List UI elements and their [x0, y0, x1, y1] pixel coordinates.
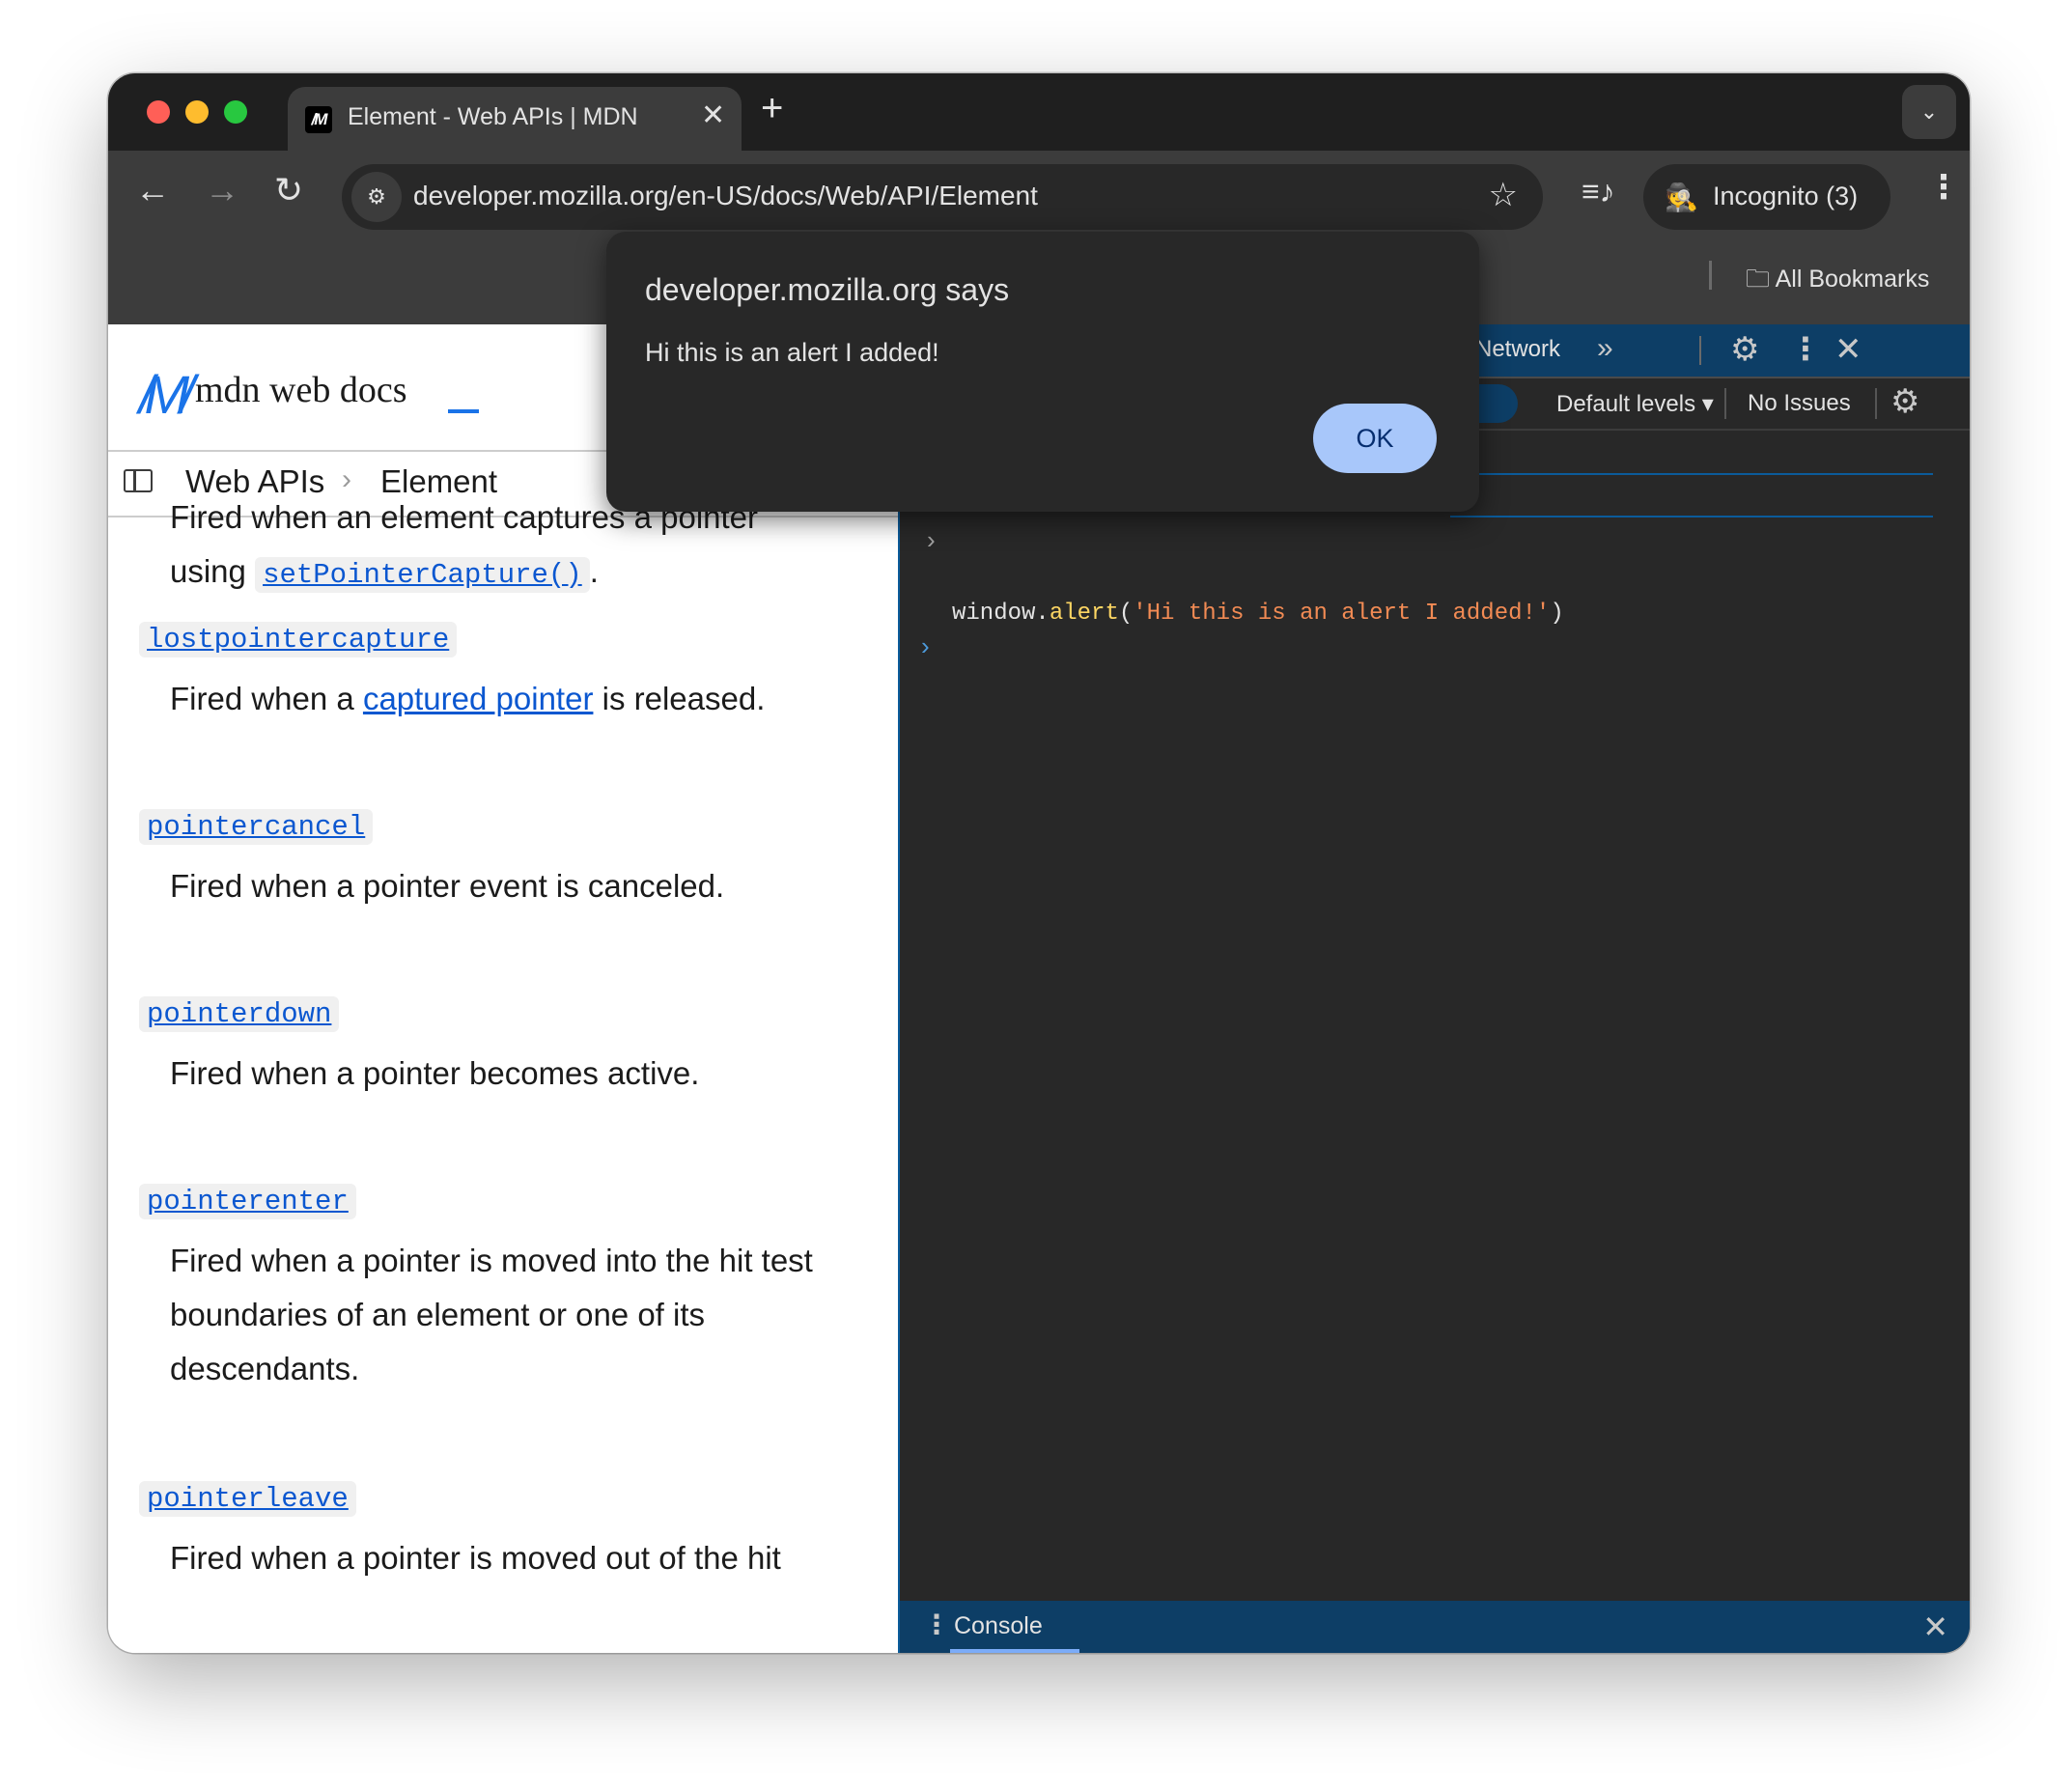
- console-prompt-icon[interactable]: ›: [921, 631, 930, 661]
- site-info-icon[interactable]: ⚙: [351, 172, 402, 222]
- devtools-menu-icon[interactable]: ⋮: [1790, 330, 1821, 367]
- web-page: /M/ mdn web docs Web APIs › Element Fire…: [108, 324, 898, 1653]
- desc-text: .: [589, 553, 599, 589]
- issues-button[interactable]: No Issues: [1748, 390, 1851, 417]
- tab-network[interactable]: Network: [1475, 336, 1560, 363]
- page-content: Fired when an element captures a pointer…: [108, 499, 898, 1653]
- all-bookmarks-button[interactable]: 🗀 All Bookmarks: [1746, 261, 1929, 302]
- event-description: Fired when a pointer is moved out of the…: [170, 1540, 781, 1576]
- code-token: alert: [1049, 601, 1119, 627]
- close-tab-icon[interactable]: ✕: [701, 98, 725, 132]
- pointercancel-link[interactable]: pointercancel: [139, 809, 374, 845]
- divider: [1724, 388, 1726, 419]
- mdn-favicon-icon: /M: [305, 106, 332, 133]
- minimize-window-button[interactable]: [185, 100, 209, 124]
- folder-icon: 🗀: [1746, 266, 1771, 293]
- mdn-logo-icon: /M/: [139, 364, 195, 425]
- active-tab-indicator: [950, 1649, 1079, 1653]
- code-token: ): [1550, 601, 1564, 627]
- new-tab-button[interactable]: +: [761, 87, 783, 130]
- alert-title: developer.mozilla.org says: [645, 272, 1010, 307]
- sidebar-toggle-icon[interactable]: [124, 469, 153, 492]
- incognito-profile-button[interactable]: 🕵 Incognito (3): [1643, 164, 1890, 230]
- browser-tab[interactable]: /M Element - Web APIs | MDN ✕: [288, 87, 742, 151]
- event-description: Fired when a pointer is moved into the h…: [170, 1243, 813, 1386]
- caret-down-icon: ▾: [1701, 391, 1714, 417]
- devtools-panel: Network » ⚙ ⋮ ✕ Default levels ▾ No Issu…: [898, 324, 1970, 1653]
- lostpointercapture-link[interactable]: lostpointercapture: [139, 622, 458, 657]
- close-devtools-icon[interactable]: ✕: [1834, 330, 1862, 369]
- logo-cursor: [448, 409, 479, 413]
- tab-title: Element - Web APIs | MDN: [348, 103, 638, 130]
- log-levels-dropdown[interactable]: Default levels ▾: [1556, 390, 1714, 418]
- tab-strip: /M Element - Web APIs | MDN ✕ + ⌄: [108, 73, 1970, 151]
- desc-text: using: [170, 553, 246, 589]
- url-text[interactable]: developer.mozilla.org/en-US/docs/Web/API…: [413, 181, 1038, 211]
- maximize-window-button[interactable]: [224, 100, 247, 124]
- captured-pointer-link[interactable]: captured pointer: [363, 681, 594, 716]
- reload-icon[interactable]: ↻: [274, 170, 303, 210]
- code-token: 'Hi this is an alert I added!': [1133, 601, 1551, 627]
- reading-list-icon[interactable]: ≡♪: [1582, 174, 1615, 210]
- log-levels-label: Default levels: [1556, 391, 1696, 417]
- console-divider: [1450, 473, 1933, 475]
- event-description: Fired when a pointer event is canceled.: [170, 868, 725, 904]
- tab-console[interactable]: Console: [954, 1612, 1043, 1640]
- console-chevron-icon: ›: [927, 525, 936, 554]
- settings-gear-icon[interactable]: ⚙: [1730, 330, 1759, 369]
- incognito-label: Incognito (3): [1713, 182, 1859, 210]
- console-command: window.alert('Hi this is an alert I adde…: [952, 601, 1564, 627]
- mdn-logo-text: mdn web docs: [195, 370, 407, 410]
- desc-text: is released.: [593, 681, 766, 716]
- browser-window: /M Element - Web APIs | MDN ✕ + ⌄ ← → ↻ …: [108, 73, 1970, 1653]
- bookmark-star-icon[interactable]: ☆: [1489, 176, 1518, 214]
- ok-button[interactable]: OK: [1313, 404, 1437, 473]
- bookmarks-divider: [1709, 261, 1712, 290]
- alert-message: Hi this is an alert I added!: [645, 338, 939, 367]
- alert-dialog: developer.mozilla.org says Hi this is an…: [606, 232, 1479, 512]
- desc-text: Fired when a: [170, 681, 363, 716]
- forward-arrow-icon[interactable]: →: [205, 170, 239, 210]
- browser-menu-icon[interactable]: ⋮: [1927, 168, 1960, 207]
- pointerleave-link[interactable]: pointerleave: [139, 1481, 356, 1517]
- pointerenter-link[interactable]: pointerenter: [139, 1184, 356, 1219]
- event-description: Fired when a pointer becomes active.: [170, 1055, 700, 1091]
- console-divider: [1450, 516, 1933, 517]
- divider: [1699, 336, 1701, 365]
- back-arrow-icon[interactable]: ←: [135, 170, 170, 210]
- tab-search-button[interactable]: ⌄: [1902, 85, 1956, 139]
- code-token: window.: [952, 601, 1050, 627]
- address-bar[interactable]: ⚙ developer.mozilla.org/en-US/docs/Web/A…: [342, 164, 1543, 230]
- divider: [1875, 388, 1877, 419]
- event-description: Fired when a captured pointer is release…: [170, 672, 865, 726]
- incognito-icon: 🕵: [1665, 182, 1698, 212]
- pointerdown-link[interactable]: pointerdown: [139, 996, 340, 1032]
- devtools-drawer: ⋮ Console ✕: [900, 1601, 1970, 1653]
- close-window-button[interactable]: [147, 100, 170, 124]
- console-settings-gear-icon[interactable]: ⚙: [1890, 382, 1919, 421]
- set-pointer-capture-link[interactable]: setPointerCapture(): [255, 557, 590, 593]
- more-tabs-icon[interactable]: »: [1597, 332, 1613, 365]
- drawer-menu-icon[interactable]: ⋮: [923, 1608, 950, 1640]
- close-drawer-icon[interactable]: ✕: [1922, 1608, 1948, 1645]
- all-bookmarks-label: All Bookmarks: [1775, 266, 1930, 293]
- code-token: (: [1118, 601, 1134, 627]
